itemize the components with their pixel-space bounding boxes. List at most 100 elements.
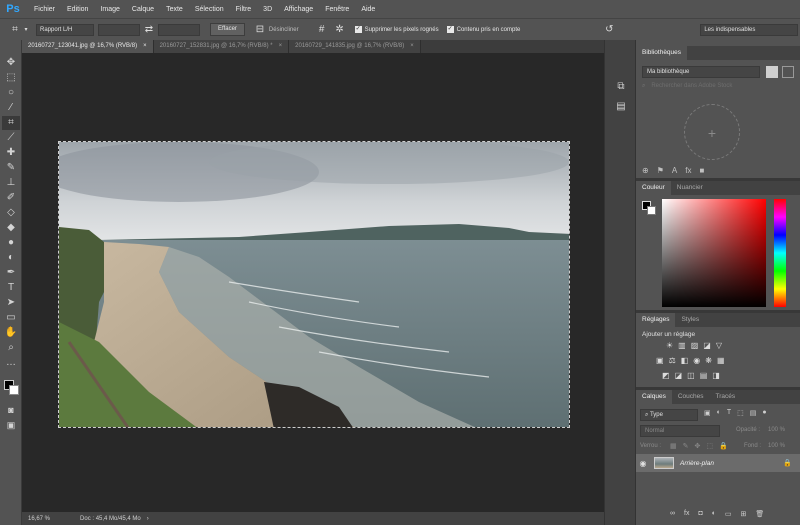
fx-icon[interactable]: fx: [685, 166, 691, 178]
group-icon[interactable]: ▭: [725, 510, 732, 518]
lock-transparency-icon[interactable]: ▦: [670, 442, 677, 450]
trash-icon[interactable]: 🗑: [755, 510, 764, 518]
menu-filtre[interactable]: Filtre: [230, 6, 258, 13]
menu-calque[interactable]: Calque: [126, 6, 160, 13]
posterize-icon[interactable]: ◪: [675, 371, 683, 380]
blur-tool-icon[interactable]: ●: [2, 236, 20, 250]
paint-icon[interactable]: ⚑: [657, 166, 664, 178]
eye-icon[interactable]: ◉: [636, 459, 650, 468]
channel-mixer-icon[interactable]: ❋: [705, 356, 712, 365]
opacity-value[interactable]: 100 %: [768, 427, 785, 433]
color-balance-icon[interactable]: ⚖: [669, 356, 676, 365]
menu-affichage[interactable]: Affichage: [278, 6, 319, 13]
menu-selection[interactable]: Sélection: [189, 6, 230, 13]
crop-tool-icon[interactable]: ⌗: [2, 116, 20, 130]
content-aware-checkbox[interactable]: ✓ Contenu pris en compte: [446, 26, 520, 33]
width-input[interactable]: [98, 23, 140, 36]
marquee-tool-icon[interactable]: ⬚: [2, 71, 20, 85]
lock-artboard-icon[interactable]: ⬚: [706, 442, 713, 450]
history-brush-tool-icon[interactable]: ✐: [2, 191, 20, 205]
type-tool-icon[interactable]: T: [2, 281, 20, 295]
lock-position-icon[interactable]: ✥: [695, 442, 701, 450]
swap-icon[interactable]: ⇄: [142, 24, 156, 35]
vibrance-icon[interactable]: ▽: [716, 341, 722, 350]
pixel-filter-icon[interactable]: ▣: [704, 409, 711, 417]
tab-libraries[interactable]: Bibliothèques: [636, 46, 688, 60]
lock-all-icon[interactable]: 🔒: [719, 442, 728, 450]
color-swatch-icon[interactable]: ■: [699, 166, 704, 178]
type-filter-icon[interactable]: T: [727, 409, 731, 417]
straighten-label[interactable]: Désincliner: [269, 27, 299, 33]
zoom-tool-icon[interactable]: ⌕: [2, 341, 20, 355]
hand-tool-icon[interactable]: ✋: [2, 326, 20, 340]
menu-fenetre[interactable]: Fenêtre: [319, 6, 355, 13]
more-tools-icon[interactable]: …: [2, 356, 20, 370]
crop-area-photo[interactable]: [58, 141, 570, 428]
height-input[interactable]: [158, 23, 200, 36]
mask-icon[interactable]: ◘: [698, 510, 702, 518]
chevron-down-icon[interactable]: ▾: [22, 25, 30, 35]
hue-saturation-icon[interactable]: ▣: [656, 356, 664, 365]
tab-document-2[interactable]: 20160727_152831.jpg @ 16,7% (RVB/8) * ×: [153, 40, 290, 53]
ratio-select[interactable]: Rapport L/H: [36, 23, 94, 36]
menu-image[interactable]: Image: [94, 6, 125, 13]
gear-icon[interactable]: ✲: [333, 24, 347, 35]
background-color-swatch[interactable]: [647, 206, 656, 215]
eraser-tool-icon[interactable]: ◇: [2, 206, 20, 220]
crop-tool-icon[interactable]: ⌗: [8, 24, 22, 35]
pen-tool-icon[interactable]: ✒: [2, 266, 20, 280]
workspace-select[interactable]: Les indispensables: [700, 23, 799, 36]
tab-color[interactable]: Couleur: [636, 181, 671, 195]
dodge-tool-icon[interactable]: ◐: [2, 251, 20, 265]
menu-fichier[interactable]: Fichier: [28, 6, 61, 13]
clear-button[interactable]: Effacer: [210, 23, 245, 36]
blend-mode-select[interactable]: Normal: [640, 425, 720, 437]
chevron-right-icon[interactable]: ›: [147, 516, 149, 522]
close-icon[interactable]: ×: [279, 40, 283, 53]
exposure-icon[interactable]: ◪: [703, 341, 711, 350]
paint-bucket-tool-icon[interactable]: ◆: [2, 221, 20, 235]
link-icon[interactable]: ∞: [670, 510, 675, 518]
add-graphic-icon[interactable]: ⊕: [642, 166, 649, 178]
add-library-item-icon[interactable]: +: [684, 104, 740, 160]
lasso-tool-icon[interactable]: ○: [2, 86, 20, 100]
curves-icon[interactable]: ▨: [691, 341, 699, 350]
menu-texte[interactable]: Texte: [160, 6, 189, 13]
menu-edition[interactable]: Edition: [61, 6, 94, 13]
selective-color-icon[interactable]: ◨: [712, 371, 720, 380]
type-style-icon[interactable]: A: [672, 166, 677, 178]
tab-styles[interactable]: Styles: [675, 313, 705, 327]
quick-mask-icon[interactable]: ◙: [2, 403, 20, 417]
color-lookup-icon[interactable]: ▦: [717, 356, 725, 365]
filter-toggle-icon[interactable]: ●: [762, 409, 766, 417]
tab-layers[interactable]: Calques: [636, 390, 672, 404]
hue-slider[interactable]: [774, 199, 786, 307]
menu-3d[interactable]: 3D: [257, 6, 278, 13]
brightness-icon[interactable]: ☀: [666, 341, 673, 350]
shape-filter-icon[interactable]: ⬚: [737, 409, 744, 417]
menu-aide[interactable]: Aide: [355, 6, 381, 13]
threshold-icon[interactable]: ◫: [687, 371, 695, 380]
color-field[interactable]: [662, 199, 766, 307]
shape-tool-icon[interactable]: ▭: [2, 311, 20, 325]
zoom-level[interactable]: 16,67 %: [28, 516, 50, 522]
properties-panel-icon[interactable]: ▤: [612, 100, 630, 114]
tab-document-3[interactable]: 20160729_141835.jpg @ 16,7% (RVB/8) ×: [289, 40, 421, 53]
close-icon[interactable]: ×: [410, 40, 414, 53]
adjustment-filter-icon[interactable]: ◐: [717, 409, 721, 417]
levels-icon[interactable]: ▥: [678, 341, 686, 350]
close-icon[interactable]: ×: [143, 40, 147, 53]
stamp-tool-icon[interactable]: ⊥: [2, 176, 20, 190]
straighten-icon[interactable]: ⊟: [253, 24, 267, 35]
fx-icon[interactable]: fx: [684, 510, 689, 518]
history-panel-icon[interactable]: ⧉: [612, 80, 630, 94]
grid-view-icon[interactable]: [766, 66, 778, 78]
brush-tool-icon[interactable]: ✎: [2, 161, 20, 175]
path-select-tool-icon[interactable]: ➤: [2, 296, 20, 310]
screen-mode-icon[interactable]: ▣: [2, 418, 20, 432]
move-tool-icon[interactable]: ✥: [2, 56, 20, 70]
tab-document-1[interactable]: 20160727_123041.jpg @ 16,7% (RVB/8) ×: [22, 40, 154, 53]
tab-swatches[interactable]: Nuancier: [671, 181, 709, 195]
new-layer-icon[interactable]: ⊞: [741, 510, 747, 518]
stock-search-field[interactable]: ⌕ Rechercher dans Adobe Stock: [642, 82, 794, 94]
